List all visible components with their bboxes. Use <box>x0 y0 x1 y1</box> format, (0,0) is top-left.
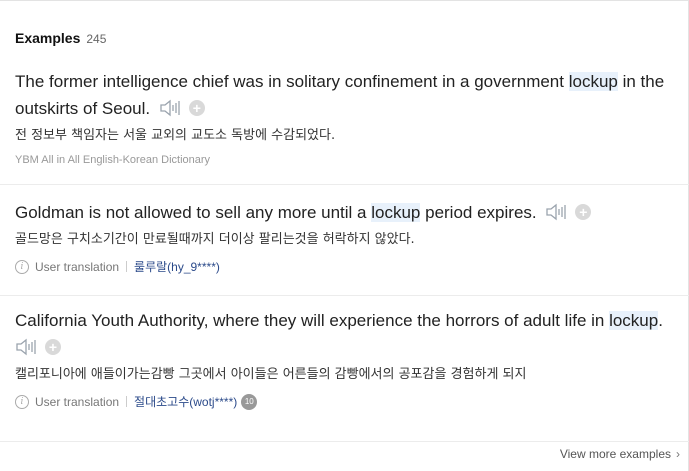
example-item: Goldman is not allowed to sell any more … <box>15 199 680 275</box>
add-to-wordbook-button[interactable]: + <box>188 99 205 116</box>
chevron-right-icon: › <box>676 447 680 461</box>
add-to-wordbook-button[interactable]: + <box>45 338 61 355</box>
sentence-text: The former intelligence chief was in sol… <box>15 72 569 91</box>
examples-header: Examples 245 <box>15 30 106 46</box>
example-sentence: The former intelligence chief was in sol… <box>15 68 680 122</box>
user-translation-label: User translation <box>35 394 120 409</box>
view-more-examples-link[interactable]: View more examples › <box>560 447 680 461</box>
translator-user-link[interactable]: 절대초고수(wotj****) <box>134 393 237 410</box>
top-border <box>0 0 689 1</box>
korean-translation: 캘리포니아에 애들이가는감빵 그곳에서 아이들은 어른들의 감빵에서의 공포감을… <box>15 367 527 382</box>
korean-translation: 골드망은 구치소기간이 만료될때까지 더이상 팔리는것을 허락하지 않았다. <box>15 232 415 247</box>
sentence-text: period expires. <box>420 203 537 222</box>
sentence-text: California Youth Authority, where they w… <box>15 311 610 330</box>
separator <box>126 396 128 407</box>
example-sentence: Goldman is not allowed to sell any more … <box>15 199 680 226</box>
divider <box>0 441 689 442</box>
translation-meta: i User translation 룰루랄(hy_9****) <box>15 258 680 275</box>
view-more-label: View more examples <box>559 447 671 461</box>
add-to-wordbook-button[interactable]: + <box>575 203 592 220</box>
info-icon[interactable]: i <box>15 259 29 274</box>
keyword-highlight: lockup <box>568 72 618 91</box>
sentence-text: . <box>658 311 663 330</box>
keyword-highlight: lockup <box>609 311 659 330</box>
sentence-text: Goldman is not allowed to sell any more … <box>15 203 372 222</box>
example-item: California Youth Authority, where they w… <box>15 307 680 410</box>
examples-count: 245 <box>86 32 107 46</box>
korean-translation: 전 정보부 책임자는 서울 교외의 교도소 독방에 수감되었다. <box>15 128 336 143</box>
separator <box>126 261 128 272</box>
translator-user-link[interactable]: 룰루랄(hy_9****) <box>134 258 220 275</box>
keyword-highlight: lockup <box>371 203 421 222</box>
speaker-icon[interactable] <box>15 337 39 357</box>
example-item: The former intelligence chief was in sol… <box>15 68 680 166</box>
user-translation-label: User translation <box>35 259 120 274</box>
info-icon[interactable]: i <box>15 394 29 409</box>
divider <box>0 295 689 296</box>
speaker-icon[interactable] <box>159 98 183 118</box>
divider <box>0 184 689 185</box>
example-source: YBM All in All English-Korean Dictionary <box>15 154 211 166</box>
user-level-badge: 10 <box>241 393 258 410</box>
section-title: Examples <box>15 30 81 46</box>
translation-meta: i User translation 절대초고수(wotj****) 10 <box>15 393 680 410</box>
example-sentence: California Youth Authority, where they w… <box>15 307 680 361</box>
speaker-icon[interactable] <box>545 202 569 222</box>
